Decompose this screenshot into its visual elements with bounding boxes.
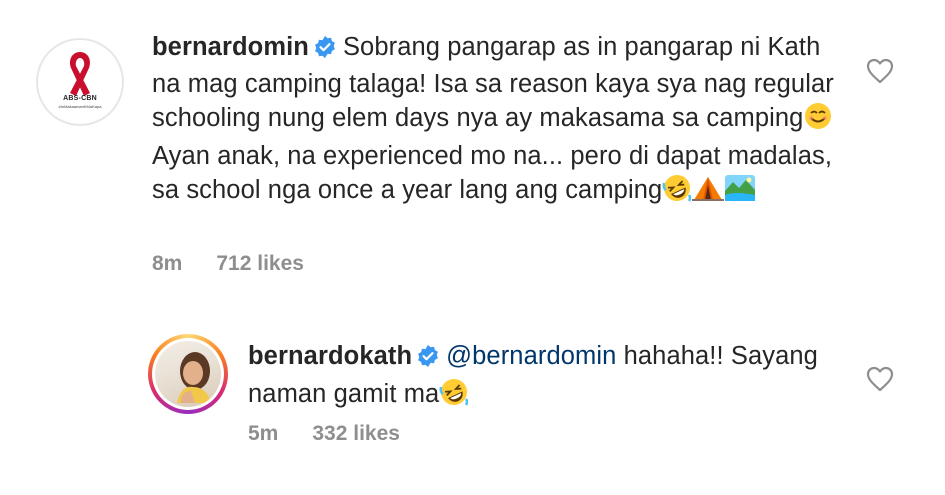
heart-icon[interactable]	[866, 58, 894, 89]
comment-item: ABS-CBN #InMakaamanKMaKapa bernardomin So…	[0, 0, 945, 300]
avatar[interactable]: ABS-CBN #InMakaamanKMaKapa	[36, 38, 124, 126]
red-ribbon-icon	[70, 52, 90, 96]
profile-photo	[155, 341, 221, 407]
comment-username[interactable]: bernardokath	[248, 342, 412, 370]
logo-text: ABS-CBN	[63, 95, 97, 102]
like-count[interactable]: 712 likes	[216, 252, 304, 275]
comment-meta: 8m 712 likes	[152, 252, 338, 276]
comment-text-block: bernardomin Sobrang pangarap as in pangar…	[152, 31, 842, 212]
comment-username[interactable]: bernardomin	[152, 33, 309, 61]
comment-time: 5m	[248, 422, 279, 445]
rolling-laughing-icon	[662, 173, 692, 212]
smiling-face-icon	[803, 101, 833, 140]
avatar-ring	[152, 338, 224, 410]
tent-icon	[692, 173, 725, 212]
like-count[interactable]: 332 likes	[312, 422, 400, 445]
rolling-laughing-icon	[439, 377, 469, 416]
comment-time: 8m	[152, 252, 183, 275]
comment-item: bernardokath @bernardomin hahaha!! Sayang…	[0, 320, 945, 495]
heart-icon[interactable]	[866, 366, 894, 397]
verified-badge-icon	[313, 35, 337, 68]
logo-subtext: #InMakaamanKMaKapa	[58, 104, 102, 109]
verified-badge-icon	[416, 344, 440, 377]
mention-link[interactable]: @bernardomin	[446, 342, 616, 370]
comment-text-block: bernardokath @bernardomin hahaha!! Sayang…	[248, 340, 848, 416]
avatar[interactable]	[148, 334, 228, 414]
comment-meta: 5m 332 likes	[248, 422, 434, 446]
national-park-icon	[724, 173, 756, 212]
